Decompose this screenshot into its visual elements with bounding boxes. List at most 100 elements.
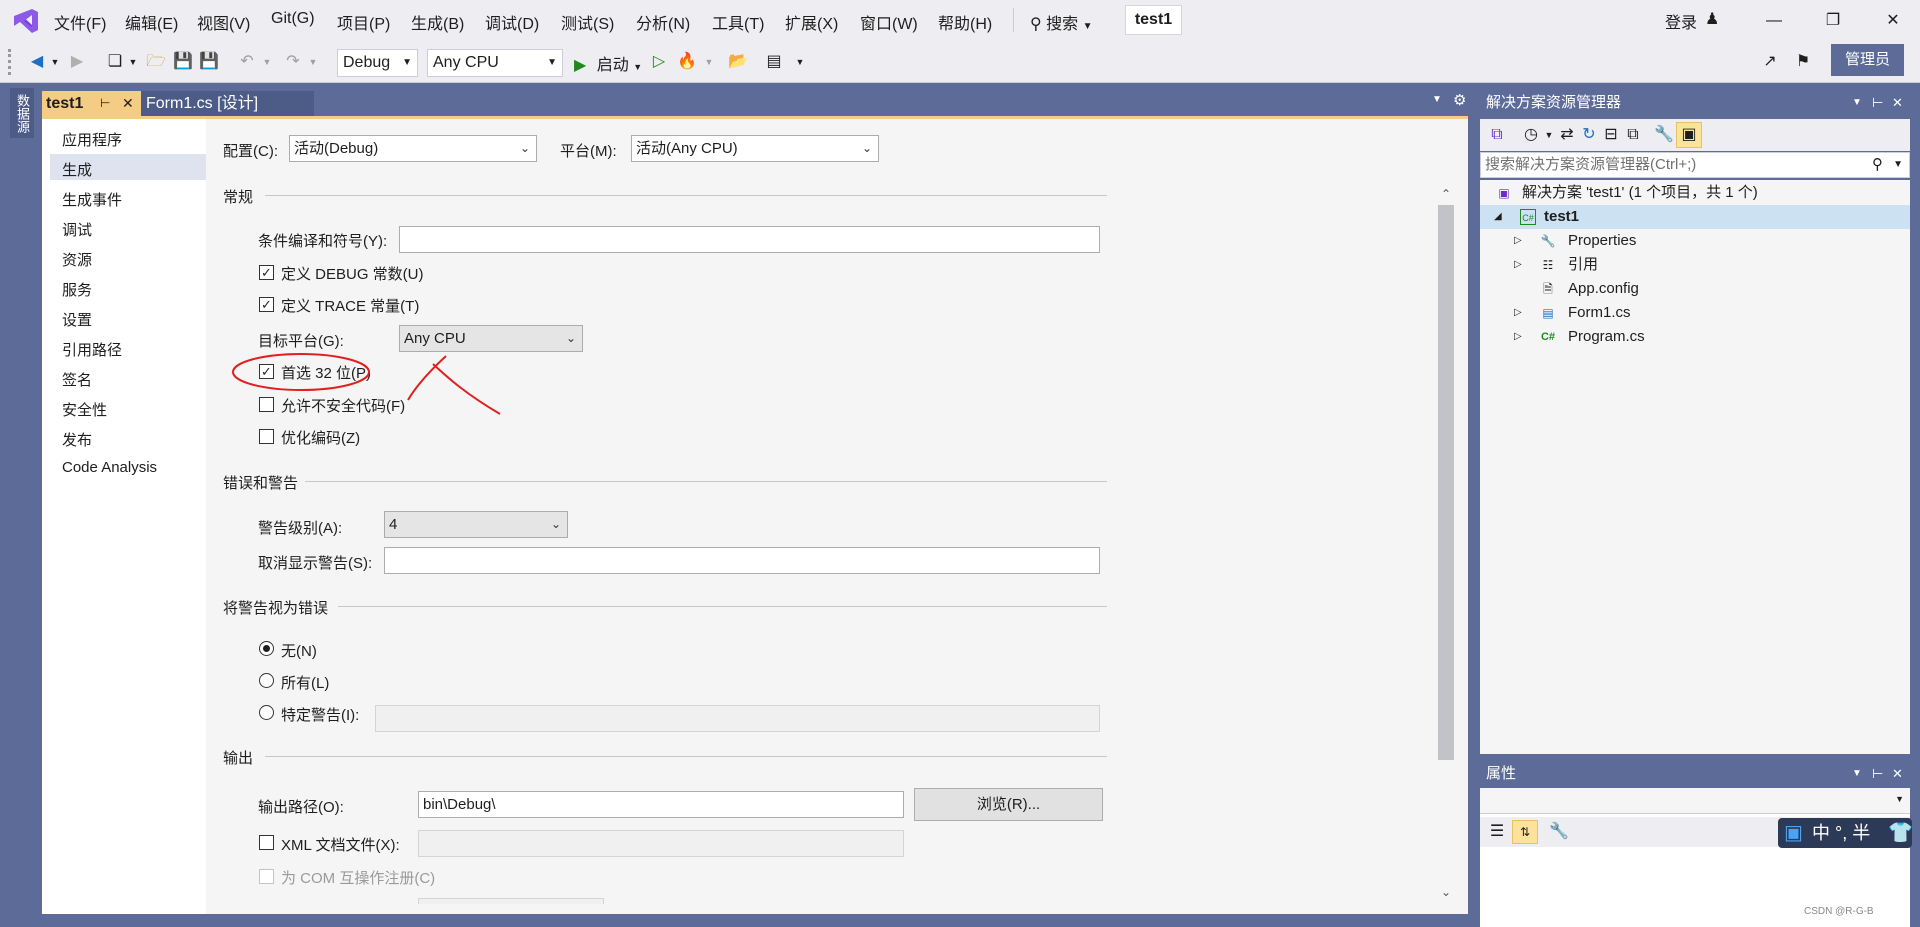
close-icon[interactable]: ✕ bbox=[1892, 762, 1903, 786]
suppress-warnings-input[interactable] bbox=[384, 547, 1100, 574]
xml-doc-checkbox[interactable] bbox=[259, 835, 274, 850]
navigate-forward-icon[interactable]: ▶ bbox=[66, 51, 88, 73]
feedback-icon[interactable]: ⚑ bbox=[1792, 51, 1814, 73]
tree-row-project[interactable]: ◢ C# test1 bbox=[1480, 205, 1910, 229]
login-link[interactable]: 登录 bbox=[1665, 9, 1697, 33]
tree-row-form1[interactable]: ▷ ▤ Form1.cs bbox=[1480, 301, 1910, 325]
ime-chinese-mode-icon[interactable]: ▣ bbox=[1784, 818, 1803, 848]
nav-item-code-analysis[interactable]: Code Analysis bbox=[62, 459, 157, 476]
solution-config-select[interactable]: Debug ▼ bbox=[337, 49, 418, 77]
tab-test1-properties[interactable]: test1 ⊢ ✕ bbox=[42, 91, 141, 116]
sync-with-document-icon[interactable]: ⇄ bbox=[1556, 124, 1578, 146]
menu-tools[interactable]: 工具(T) bbox=[712, 10, 764, 34]
admin-badge[interactable]: 管理员 bbox=[1831, 44, 1904, 76]
visual-studio-logo-icon[interactable] bbox=[12, 8, 40, 34]
nav-item-reference-paths[interactable]: 引用路径 bbox=[62, 339, 122, 360]
output-path-input[interactable]: bin\Debug\ bbox=[418, 791, 904, 818]
menu-project[interactable]: 项目(P) bbox=[337, 10, 390, 34]
menu-help[interactable]: 帮助(H) bbox=[938, 10, 992, 34]
menu-file[interactable]: 文件(F) bbox=[54, 10, 106, 34]
menu-view[interactable]: 视图(V) bbox=[197, 10, 250, 34]
undo-dropdown-icon[interactable]: ▼ bbox=[256, 51, 278, 73]
save-icon[interactable]: 💾 bbox=[172, 51, 194, 73]
tab-list-dropdown-icon[interactable]: ▼ bbox=[1432, 94, 1442, 105]
tree-row-references[interactable]: ▷ ☷ 引用 bbox=[1480, 253, 1910, 277]
expanded-arrow-icon[interactable]: ◢ bbox=[1494, 205, 1502, 229]
save-all-icon[interactable]: 💾 bbox=[198, 51, 220, 73]
ime-language-bar[interactable]: ▣ 中 °, 半 👕 bbox=[1778, 818, 1913, 848]
browse-button[interactable]: 浏览(R)... bbox=[914, 788, 1103, 821]
categorized-icon[interactable]: ☰ bbox=[1486, 821, 1508, 843]
nav-item-signing[interactable]: 签名 bbox=[62, 369, 92, 390]
switch-views-icon[interactable]: ⧉ bbox=[1486, 124, 1508, 146]
tree-row-properties[interactable]: ▷ 🔧 Properties bbox=[1480, 229, 1910, 253]
tree-row-program[interactable]: ▷ C# Program.cs bbox=[1480, 325, 1910, 349]
nav-item-publish[interactable]: 发布 bbox=[62, 429, 92, 450]
panel-menu-icon[interactable]: ▼ bbox=[1852, 762, 1862, 786]
collapsed-arrow-icon[interactable]: ▷ bbox=[1514, 301, 1522, 325]
preview-selected-items-icon[interactable]: ▣ bbox=[1676, 122, 1702, 148]
ime-skin-icon[interactable]: 👕 bbox=[1888, 818, 1913, 848]
show-all-files-icon[interactable]: ⧉ bbox=[1622, 124, 1644, 146]
redo-icon[interactable]: ↷ bbox=[282, 51, 304, 73]
nav-item-build-events[interactable]: 生成事件 bbox=[62, 189, 122, 210]
minimize-button[interactable]: — bbox=[1754, 8, 1794, 34]
back-dropdown-icon[interactable]: ▼ bbox=[44, 51, 66, 73]
window-layout-icon[interactable]: ▤ bbox=[763, 51, 785, 73]
treat-warnings-all-radio[interactable] bbox=[259, 673, 274, 688]
tree-row-app-config[interactable]: 🗎 App.config bbox=[1480, 277, 1910, 301]
treat-warnings-none-radio[interactable] bbox=[259, 641, 274, 656]
collapsed-arrow-icon[interactable]: ▷ bbox=[1514, 253, 1522, 277]
tree-row-solution[interactable]: ▣ 解决方案 'test1' (1 个项目，共 1 个) bbox=[1480, 181, 1910, 205]
nav-item-resources[interactable]: 资源 bbox=[62, 249, 92, 270]
pin-icon[interactable]: ⊢ bbox=[1872, 762, 1883, 786]
panel-menu-icon[interactable]: ▼ bbox=[1852, 91, 1862, 115]
toolbar-options-icon[interactable]: ▼ bbox=[789, 51, 811, 73]
optimize-code-checkbox[interactable] bbox=[259, 429, 274, 444]
pin-icon[interactable]: ⊢ bbox=[1872, 91, 1883, 115]
nav-item-build[interactable]: 生成 bbox=[62, 159, 92, 180]
search-icon[interactable]: ⚲ bbox=[1872, 153, 1883, 177]
menu-test[interactable]: 测试(S) bbox=[561, 10, 614, 34]
collapsed-arrow-icon[interactable]: ▷ bbox=[1514, 229, 1522, 253]
redo-dropdown-icon[interactable]: ▼ bbox=[302, 51, 324, 73]
treat-warnings-specific-radio[interactable] bbox=[259, 705, 274, 720]
nav-item-security[interactable]: 安全性 bbox=[62, 399, 107, 420]
alphabetical-sort-icon[interactable]: ⇅ bbox=[1512, 820, 1538, 844]
hot-reload-dropdown-icon[interactable]: ▼ bbox=[698, 51, 720, 73]
open-folder-icon[interactable]: 🗁 bbox=[145, 51, 167, 73]
restore-button[interactable]: ❐ bbox=[1813, 8, 1853, 34]
search-options-dropdown-icon[interactable]: ▼ bbox=[1893, 153, 1903, 177]
menu-debug[interactable]: 调试(D) bbox=[485, 10, 539, 34]
collapsed-arrow-icon[interactable]: ▷ bbox=[1514, 325, 1522, 349]
platform-select[interactable]: 活动(Any CPU) ⌄ bbox=[631, 135, 879, 162]
account-icon[interactable]: ♟ bbox=[1705, 9, 1719, 29]
live-share-icon[interactable]: ↗ bbox=[1759, 51, 1781, 73]
scrollbar-thumb[interactable] bbox=[1438, 205, 1454, 760]
start-without-debugging-icon[interactable]: ▷ bbox=[648, 51, 670, 73]
menu-git[interactable]: Git(G) bbox=[271, 10, 315, 28]
property-pages-wrench-icon[interactable]: 🔧 bbox=[1548, 821, 1570, 843]
properties-vertical-scrollbar[interactable]: ⌃ ⌄ bbox=[1438, 185, 1454, 909]
nav-item-settings[interactable]: 设置 bbox=[62, 309, 92, 330]
undo-icon[interactable]: ↶ bbox=[236, 51, 258, 73]
properties-object-select[interactable]: ▼ bbox=[1480, 788, 1910, 814]
properties-wrench-icon[interactable]: 🔧 bbox=[1653, 124, 1675, 146]
close-icon[interactable]: ✕ bbox=[122, 91, 134, 116]
splitter[interactable] bbox=[1468, 84, 1480, 927]
nav-item-services[interactable]: 服务 bbox=[62, 279, 92, 300]
menu-build[interactable]: 生成(B) bbox=[411, 10, 464, 34]
scroll-down-icon[interactable]: ⌄ bbox=[1438, 885, 1454, 899]
configuration-select[interactable]: 活动(Debug) ⌄ bbox=[289, 135, 537, 162]
search-menu[interactable]: ⚲ 搜索 ▼ bbox=[1030, 10, 1093, 34]
hot-reload-icon[interactable]: 🔥 bbox=[676, 51, 698, 73]
close-icon[interactable]: ✕ bbox=[1892, 91, 1903, 115]
nav-item-application[interactable]: 应用程序 bbox=[62, 129, 122, 150]
menu-analyze[interactable]: 分析(N) bbox=[636, 10, 690, 34]
nav-item-debug[interactable]: 调试 bbox=[62, 219, 92, 240]
pin-icon[interactable]: ⊢ bbox=[100, 91, 110, 116]
close-window-button[interactable]: ✕ bbox=[1873, 8, 1913, 34]
collapse-all-icon[interactable]: ⊟ bbox=[1600, 124, 1622, 146]
solution-platform-select[interactable]: Any CPU ▼ bbox=[427, 49, 563, 77]
menu-window[interactable]: 窗口(W) bbox=[860, 10, 918, 34]
